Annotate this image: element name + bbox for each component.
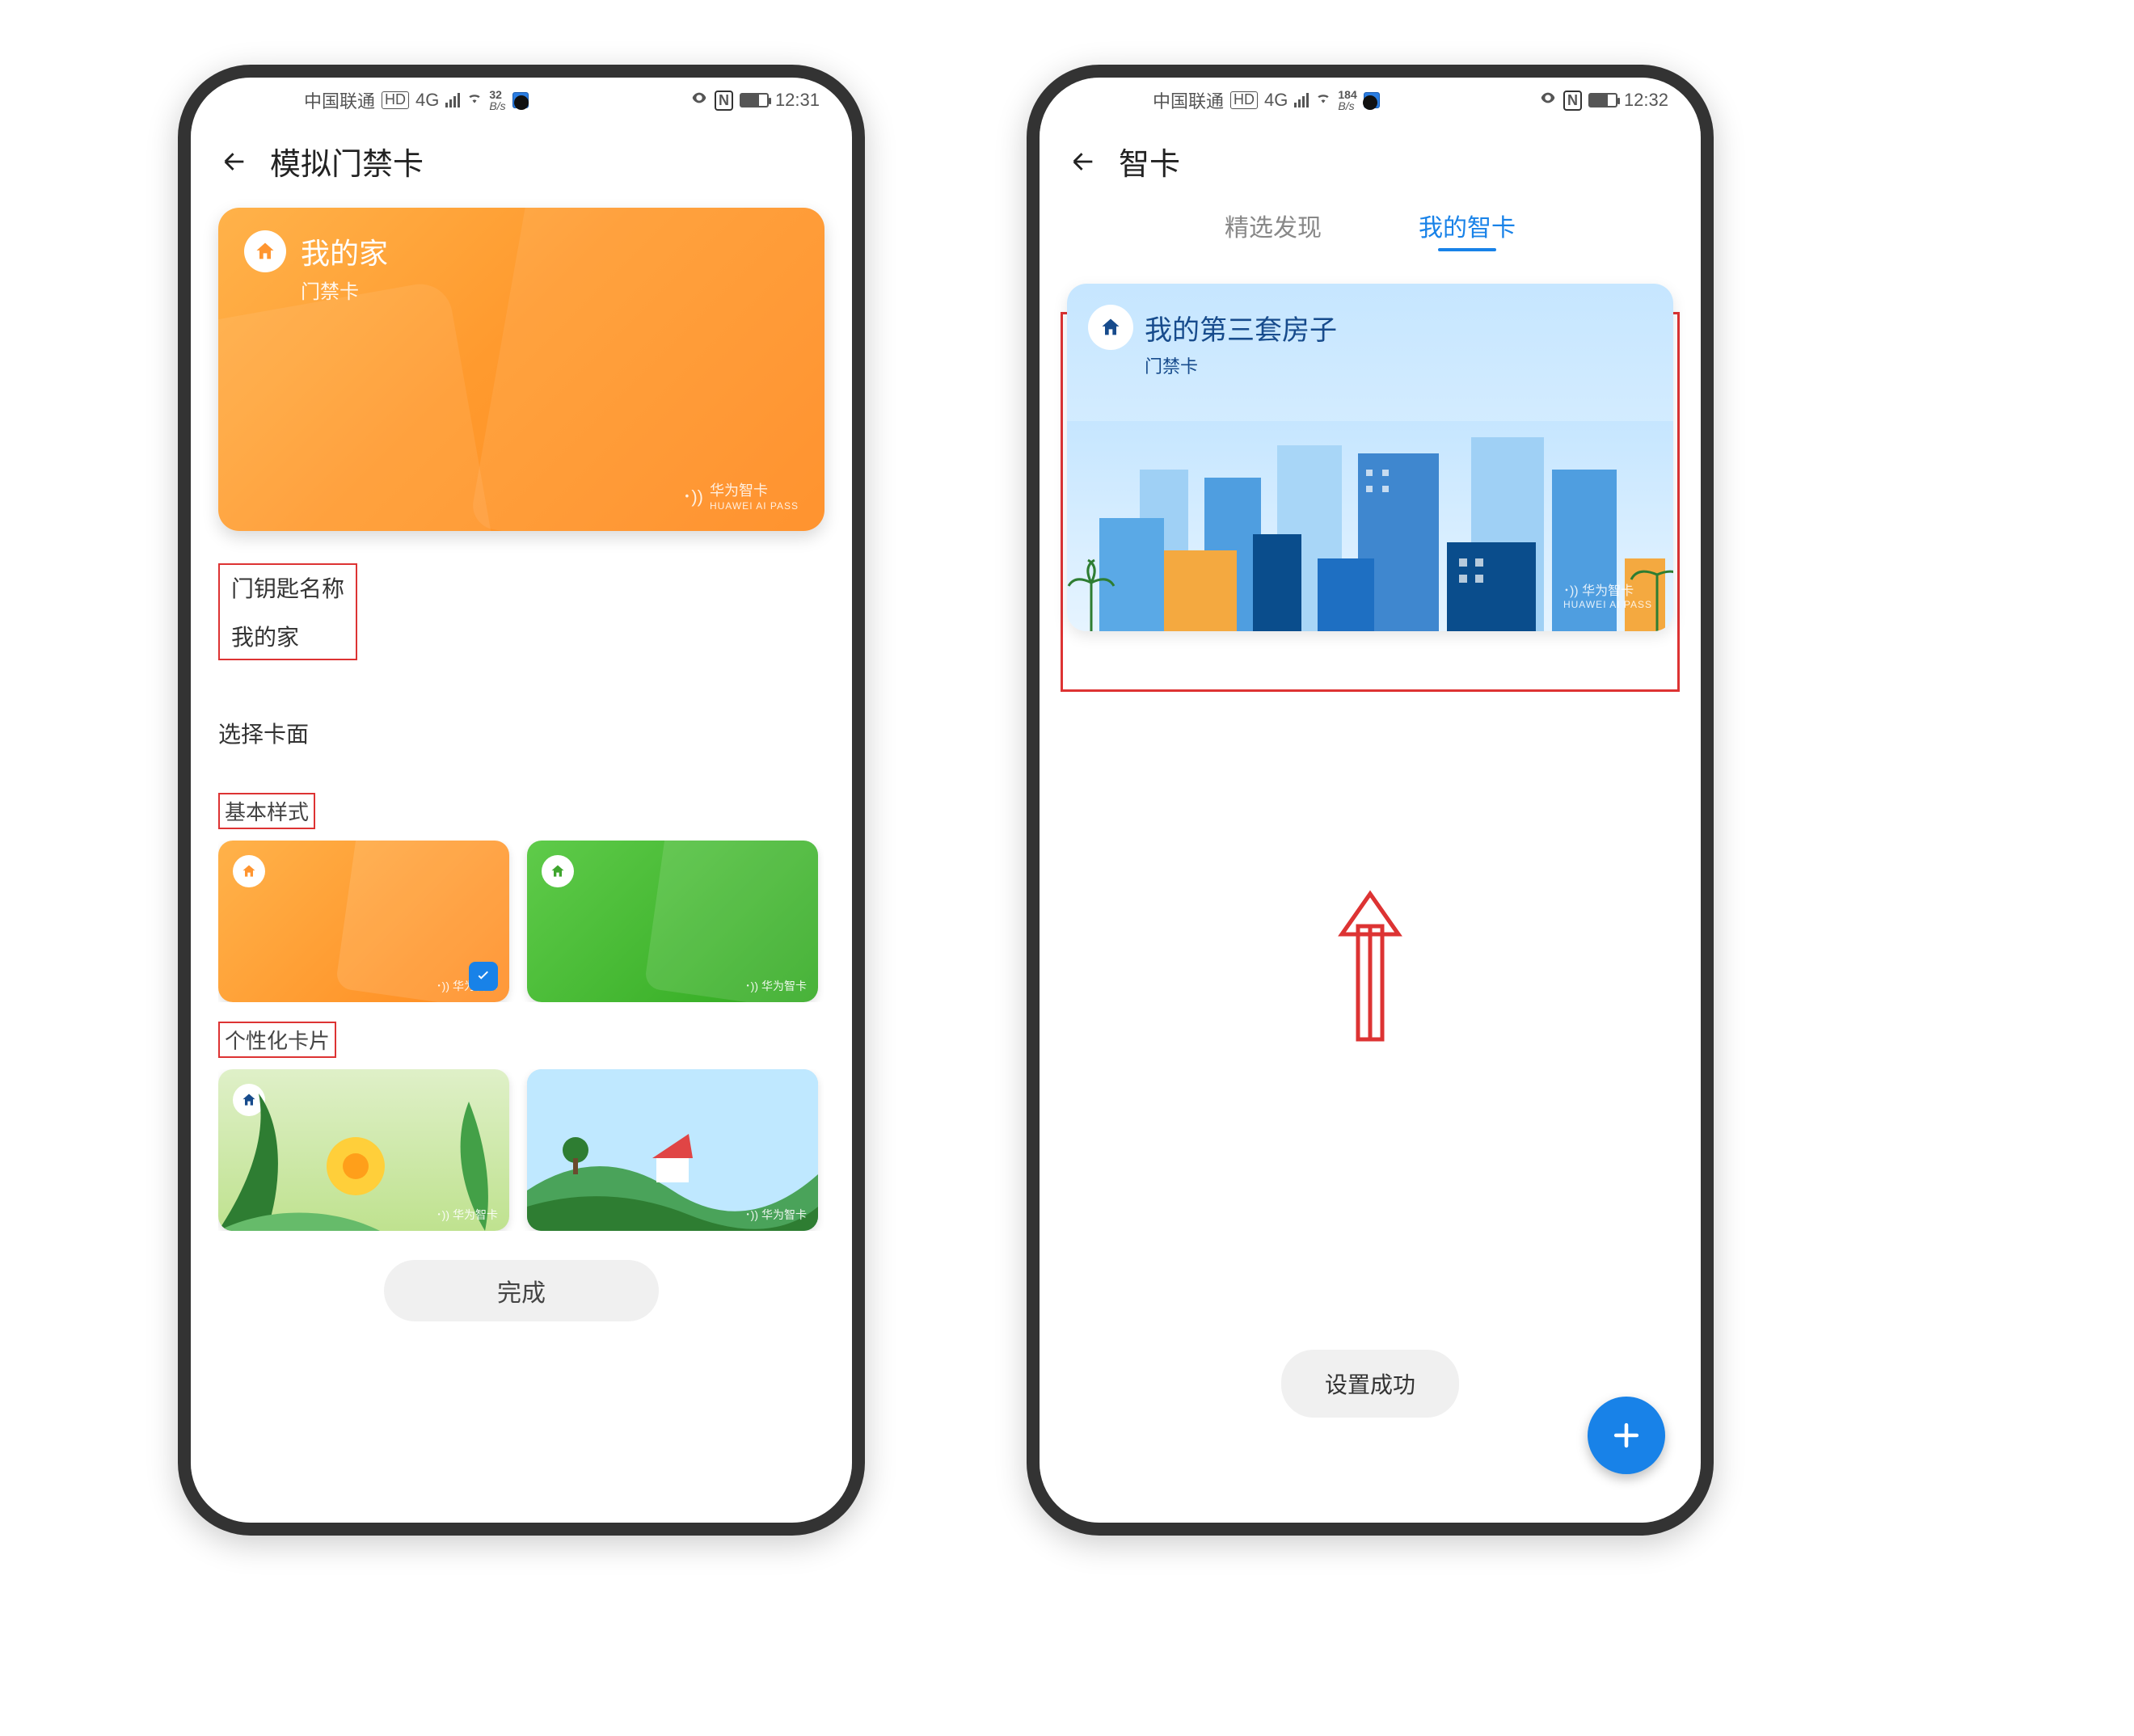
card-brand-mini: ･))华为智卡	[745, 978, 807, 994]
navbar: 智卡	[1040, 123, 1701, 200]
card-title: 我的第三套房子	[1145, 308, 1337, 348]
key-name-field[interactable]: 门钥匙名称 我的家	[218, 563, 824, 660]
navbar: 模拟门禁卡	[191, 123, 852, 200]
toast-success: 设置成功	[1281, 1350, 1459, 1418]
basic-style-row: ･))华为智卡 ･))华为智卡	[218, 841, 824, 1002]
annotation-arrow-icon	[1330, 886, 1411, 1047]
app-indicator-icon	[1364, 92, 1380, 108]
phone-left: 中国联通 HD 4G 32B/s N 12:31	[178, 65, 865, 1536]
field-label: 门钥匙名称	[231, 571, 344, 604]
status-bar: 中国联通 HD 4G 184B/s N 12:32	[1040, 78, 1701, 123]
label-personal-style: 个性化卡片	[218, 1022, 824, 1058]
add-card-fab[interactable]	[1588, 1397, 1665, 1474]
screen-access-card-edit: 中国联通 HD 4G 32B/s N 12:31	[191, 78, 852, 1523]
eye-icon	[690, 89, 708, 112]
page-title: 智卡	[1119, 139, 1180, 183]
tabs: 精选发现 我的智卡	[1040, 200, 1701, 269]
app-indicator-icon	[512, 92, 529, 108]
status-bar: 中国联通 HD 4G 32B/s N 12:31	[191, 78, 852, 123]
card-subtitle: 门禁卡	[301, 276, 388, 304]
speed-label: 32B/s	[489, 89, 505, 112]
network-label: 4G	[1264, 90, 1288, 111]
home-icon	[233, 855, 265, 887]
back-button[interactable]	[1067, 145, 1099, 178]
screen-smart-card: 中国联通 HD 4G 184B/s N 12:32	[1040, 78, 1701, 1523]
style-option-orange[interactable]: ･))华为智卡	[218, 841, 509, 1002]
carrier-label: 中国联通	[304, 87, 375, 113]
hd-badge: HD	[382, 91, 409, 109]
speed-label: 184B/s	[1338, 89, 1356, 112]
card-subtitle: 门禁卡	[1145, 352, 1337, 378]
page-title: 模拟门禁卡	[270, 139, 424, 183]
card-brand-mini: ･))华为智卡	[745, 1207, 807, 1223]
home-icon	[233, 1084, 265, 1116]
card-brand-mini: ･))华为智卡	[436, 1207, 498, 1223]
done-button[interactable]: 完成	[384, 1260, 659, 1321]
tab-featured[interactable]: 精选发现	[1225, 208, 1322, 250]
home-icon	[542, 1084, 574, 1116]
section-choose-face: 选择卡面	[218, 717, 824, 749]
home-icon	[542, 855, 574, 887]
network-label: 4G	[415, 90, 439, 111]
wifi-icon	[1315, 90, 1331, 111]
signal-icon	[1294, 93, 1309, 107]
nfc-icon: N	[715, 91, 733, 111]
my-card-item[interactable]: 我的第三套房子 门禁卡	[1067, 284, 1673, 631]
carrier-label: 中国联通	[1153, 87, 1224, 113]
label-basic-style: 基本样式	[218, 793, 824, 829]
card-title: 我的家	[301, 230, 388, 272]
personal-style-row: ･))华为智卡 ･))华为智卡	[218, 1069, 824, 1231]
clock-label: 12:31	[775, 90, 820, 111]
clock-label: 12:32	[1624, 90, 1668, 111]
home-icon	[1088, 305, 1133, 350]
back-button[interactable]	[218, 145, 251, 178]
style-option-green[interactable]: ･))华为智卡	[527, 841, 818, 1002]
eye-icon	[1539, 89, 1557, 112]
signal-icon	[445, 93, 460, 107]
hd-badge: HD	[1230, 91, 1258, 109]
card-preview[interactable]: 我的家 门禁卡 ･)) 华为智卡 HUAWEI AI PASS	[218, 208, 824, 531]
home-icon	[244, 230, 286, 272]
tab-my-cards[interactable]: 我的智卡	[1419, 208, 1516, 250]
battery-icon	[1588, 93, 1617, 107]
annotation-box: 门钥匙名称 我的家	[218, 563, 357, 660]
selected-check-icon	[469, 962, 498, 991]
battery-icon	[740, 93, 769, 107]
nfc-icon: N	[1563, 91, 1582, 111]
style-option-flower[interactable]: ･))华为智卡	[218, 1069, 509, 1231]
phone-right: 中国联通 HD 4G 184B/s N 12:32	[1027, 65, 1714, 1536]
style-option-hills[interactable]: ･))华为智卡	[527, 1069, 818, 1231]
card-brand: ･)) 华为智卡 HUAWEI AI PASS	[1563, 579, 1652, 610]
wifi-icon	[466, 90, 483, 111]
field-value: 我的家	[231, 620, 344, 652]
